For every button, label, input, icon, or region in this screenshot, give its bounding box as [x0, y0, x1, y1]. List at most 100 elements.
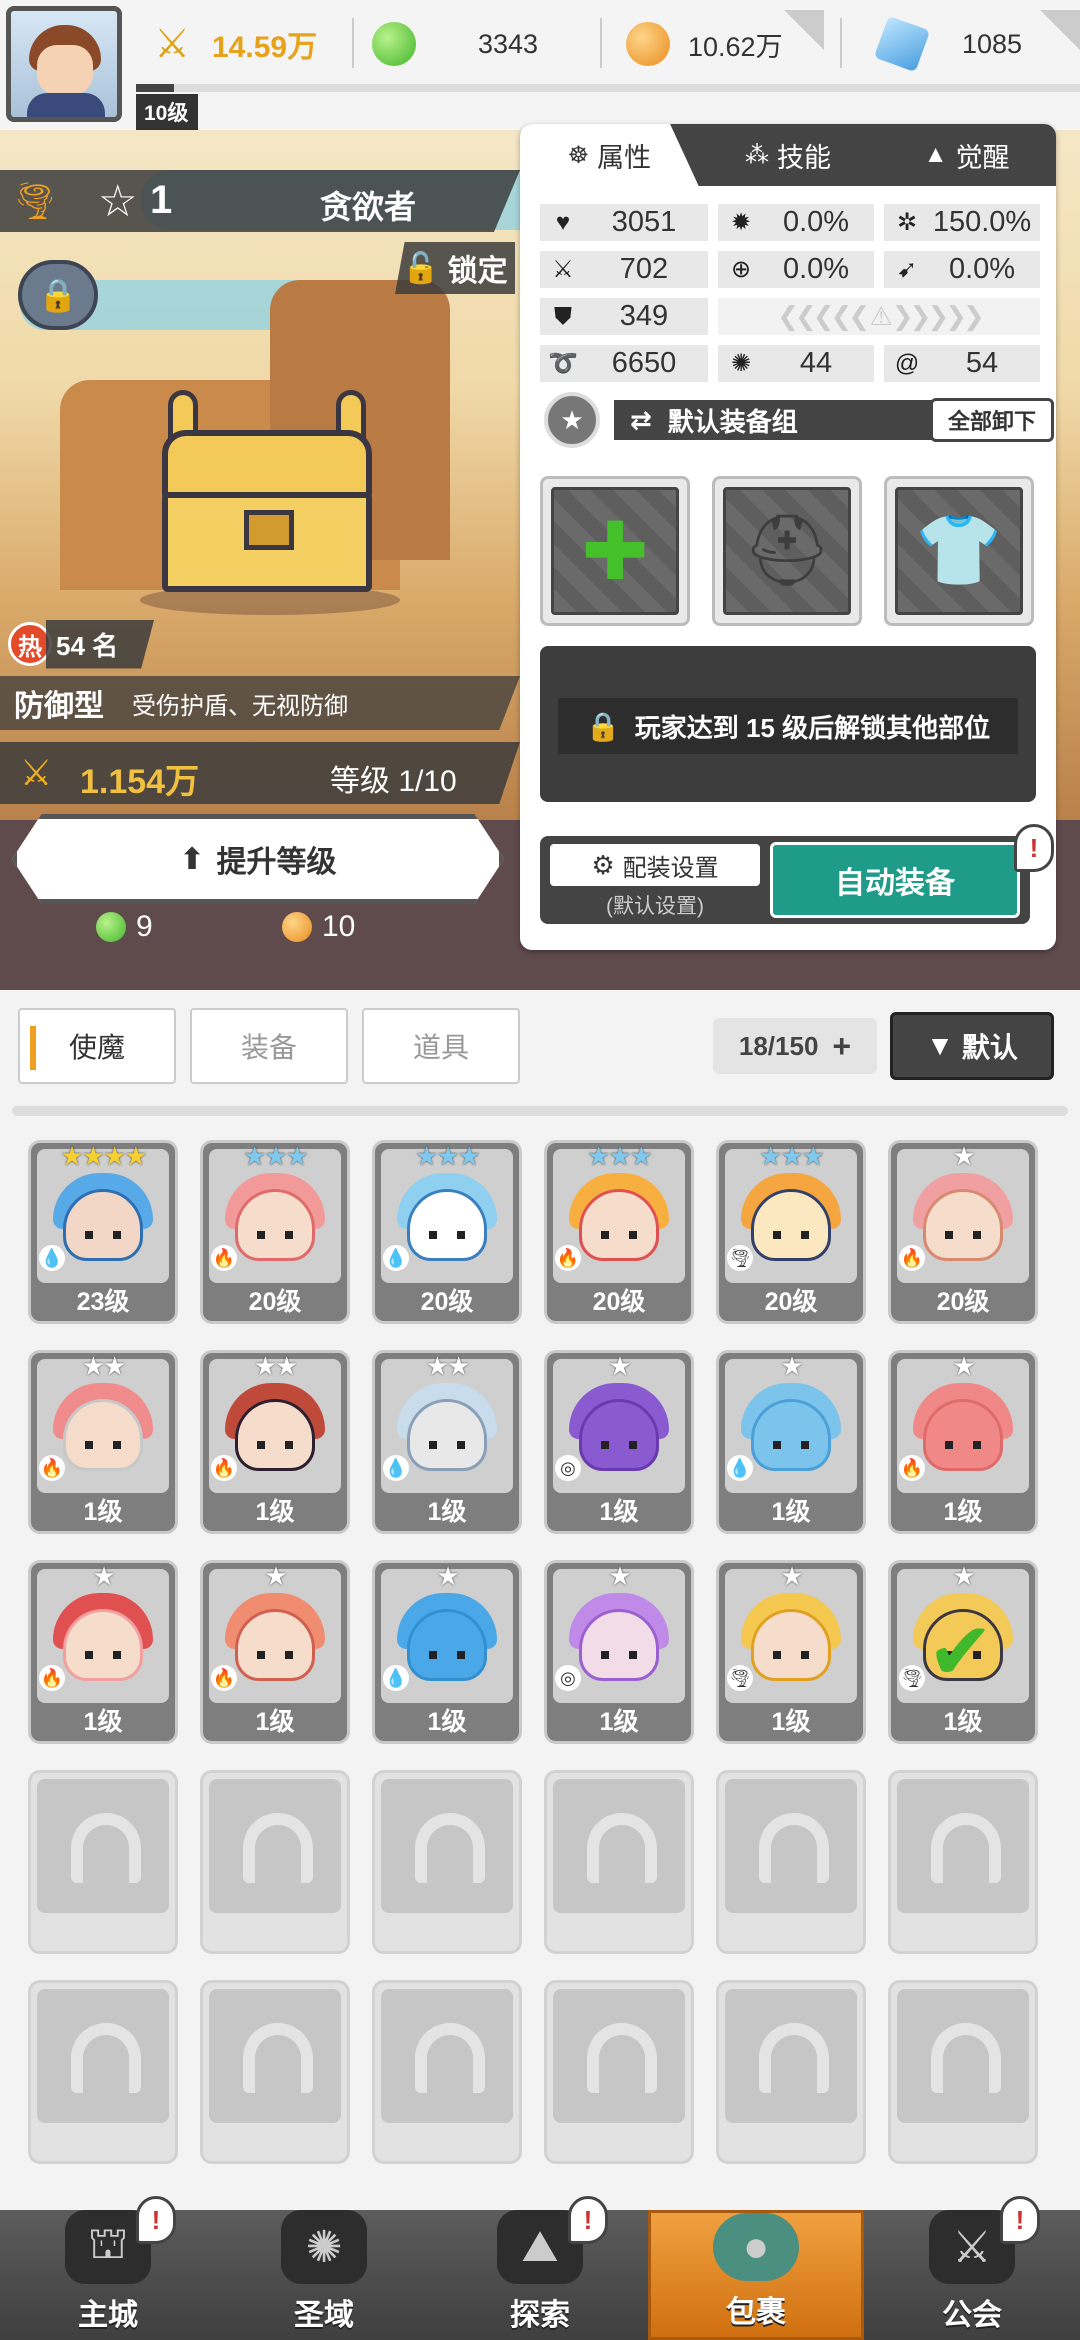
familiar-card[interactable]: ★ ◎ 1级 — [544, 1350, 694, 1534]
stat-b[interactable]: @54 — [884, 345, 1040, 382]
gem-currency[interactable]: 1085 — [873, 15, 1022, 73]
top-bar: ⚔ 14.59万 3343 10.62万 1085 10级 — [0, 0, 1080, 131]
familiar-card[interactable]: ★ 💧 1级 — [372, 1560, 522, 1744]
familiar-card[interactable]: ★ 🌪 1级 — [716, 1560, 866, 1744]
empty-slot — [372, 1980, 522, 2164]
fire-element-icon: 🔥 — [211, 1245, 237, 1271]
equip-group-selector[interactable]: ⇄ 默认装备组 — [614, 400, 954, 440]
wind-element-icon: 🌪 — [12, 180, 58, 221]
helmet-placeholder-icon — [587, 2023, 657, 2093]
stat-defense[interactable]: ⛊ 349 — [540, 298, 708, 335]
upgrade-label: 提升等级 — [216, 846, 337, 879]
stat-speed[interactable]: ➰ 6650 — [540, 345, 708, 382]
stat-crit[interactable]: ✹ 0.0% — [718, 204, 874, 241]
fire-element-icon: 🔥 — [211, 1455, 237, 1481]
nav-guild[interactable]: ⚔ 公会! — [864, 2196, 1080, 2340]
loadout-settings-button[interactable]: ⚙ 配装设置 — [550, 844, 760, 886]
auto-equip-button[interactable]: 自动装备 — [770, 842, 1020, 918]
star-rating: ★★ — [253, 1351, 299, 1381]
stat-accuracy[interactable]: ⊕ 0.0% — [718, 251, 874, 288]
tab-awaken[interactable]: ▲ 觉醒 — [877, 124, 1056, 186]
familiar-card[interactable]: ★★★ 🌪 20级 — [716, 1140, 866, 1324]
familiar-card[interactable]: ★★★★ 💧 23级 — [28, 1140, 178, 1324]
inventory-capacity[interactable]: 18/150 + — [713, 1018, 877, 1074]
nav-vortex[interactable]: ✺ 圣域 — [216, 2210, 432, 2340]
loadout-config: ⚙ 配装设置 (默认设置) 自动装备 — [540, 836, 1030, 924]
water-element-icon: 💧 — [383, 1245, 409, 1271]
familiar-level: 1级 — [771, 1708, 811, 1736]
green-currency-value: 3343 — [478, 28, 539, 59]
tab-attributes[interactable]: ☸ 属性 — [520, 124, 699, 186]
nav-label: 公会 — [942, 2299, 1002, 2332]
equip-slot-armor[interactable]: 👕 — [884, 476, 1034, 626]
tab-items[interactable]: 道具 — [362, 1008, 520, 1084]
unequip-all-button[interactable]: 全部卸下 — [930, 398, 1054, 442]
hero-chest-mimic[interactable] — [162, 390, 372, 595]
star-rating: ★ — [436, 1561, 459, 1591]
triangle-down-icon: ▼ — [926, 1030, 954, 1061]
add-gold-button[interactable] — [784, 10, 824, 50]
hero-power: 1.154万 — [80, 763, 200, 801]
cost-green-value: 9 — [136, 910, 153, 943]
chevrons-icon: ❮❮❮❮❮ ⚠ ❯❯❯❯❯ — [777, 301, 985, 331]
familiar-card[interactable]: ★★ 💧 1级 — [372, 1350, 522, 1534]
star-rating: ★ — [952, 1561, 975, 1591]
familiar-card[interactable]: ★★★ 💧 20级 — [372, 1140, 522, 1324]
equipment-header: ★ ⇄ 默认装备组 全部卸下 — [530, 392, 1054, 448]
nav-expedition[interactable]: ⛰ 探索! — [432, 2196, 648, 2340]
familiar-card[interactable]: ★ 🔥 1级 — [200, 1560, 350, 1744]
bottom-nav: ⛫ 主城! ✺ 圣域 ⛰ 探索! ● 包裹 ⚔ 公会! — [0, 2196, 1080, 2340]
spin-icon: ✺ — [730, 350, 752, 377]
stat-attack[interactable]: ⚔ 702 — [540, 251, 708, 288]
tab-equipment[interactable]: 装备 — [190, 1008, 348, 1084]
stat-hidden-row[interactable]: ❮❮❮❮❮ ⚠ ❯❯❯❯❯ — [718, 298, 1040, 335]
bag-icon: ● — [713, 2213, 799, 2281]
empty-slot — [200, 1770, 350, 1954]
familiar-card[interactable]: ★★ 🔥 1级 — [200, 1350, 350, 1534]
tab-familiars[interactable]: 使魔 — [18, 1008, 176, 1084]
star-rating: ★★★ — [415, 1141, 481, 1171]
nav-castle[interactable]: ⛫ 主城! — [0, 2196, 216, 2340]
familiar-card[interactable]: ★ 🔥 20级 — [888, 1140, 1038, 1324]
wind-element-icon: 🌪 — [899, 1665, 925, 1691]
tab-skills[interactable]: ⁂ 技能 — [699, 124, 878, 186]
helmet-placeholder-icon — [587, 1813, 657, 1883]
familiar-card[interactable]: ★★ 🔥 1级 — [28, 1350, 178, 1534]
star-rating: ★★★ — [243, 1141, 309, 1171]
familiar-card[interactable]: ✔ ★ 🌪 1级 — [888, 1560, 1038, 1744]
stat-crit-damage[interactable]: ✲ 150.0% — [884, 204, 1040, 241]
nav-bag[interactable]: ● 包裹 — [648, 2210, 864, 2340]
triforce-icon: ▲ — [923, 141, 948, 168]
player-avatar[interactable] — [6, 6, 122, 122]
star-rating: ★ — [264, 1561, 287, 1591]
familiar-card[interactable]: ★★★ 🔥 20级 — [200, 1140, 350, 1324]
lock-button[interactable]: 🔓 锁定 — [395, 242, 515, 294]
hero-name-banner: 🌪 ☆ 1 贪欲者 — [0, 170, 520, 232]
gold-currency[interactable]: 10.62万 — [626, 16, 783, 72]
familiar-card[interactable]: ★ ◎ 1级 — [544, 1560, 694, 1744]
stat-hp[interactable]: ♥ 3051 — [540, 204, 708, 241]
familiar-card[interactable]: ★ 🔥 1级 — [28, 1560, 178, 1744]
up-arrow-icon: ⬆ — [179, 842, 205, 876]
green-currency[interactable]: 3343 — [372, 16, 538, 72]
equip-slot-weapon[interactable]: ✚ — [540, 476, 690, 626]
stat-a[interactable]: ✺ 44 — [718, 345, 874, 382]
equip-star-badge[interactable]: ★ — [544, 392, 600, 448]
familiar-level: 23级 — [76, 1288, 130, 1316]
loadout-settings-sub: (默认设置) — [606, 895, 704, 918]
add-gem-button[interactable] — [1040, 10, 1080, 50]
helmet-placeholder-icon — [243, 2023, 313, 2093]
familiar-card[interactable]: ★ 🔥 1级 — [888, 1350, 1038, 1534]
nav-label: 包裹 — [726, 2296, 786, 2329]
familiar-card[interactable]: ★ 💧 1级 — [716, 1350, 866, 1534]
stat-dodge[interactable]: ➹ 0.0% — [884, 251, 1040, 288]
upgrade-level-button[interactable]: ⬆ 提升等级 — [12, 814, 504, 904]
familiar-card[interactable]: ★★★ 🔥 20级 — [544, 1140, 694, 1324]
familiar-level: 1级 — [943, 1498, 983, 1526]
equip-slot-helmet[interactable]: ⛑ — [712, 476, 862, 626]
sort-button[interactable]: ▼ 默认 — [890, 1012, 1054, 1080]
checkmark-icon: ✔ — [927, 1607, 995, 1696]
locked-skill-icon[interactable]: 🔒 — [18, 260, 98, 330]
popularity-rank[interactable]: 热 54 名 — [8, 619, 155, 669]
familiar-level: 1级 — [255, 1498, 295, 1526]
